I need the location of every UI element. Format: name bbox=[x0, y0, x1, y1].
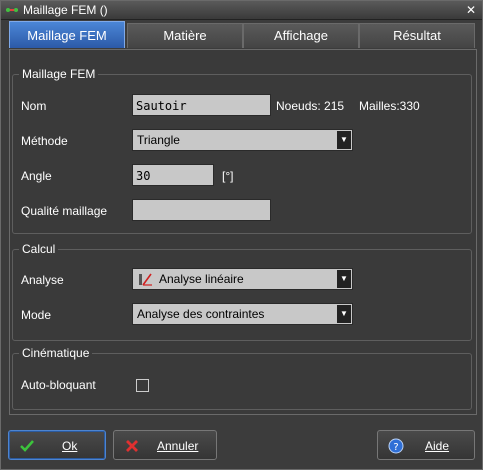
mode-value: Analyse des contraintes bbox=[137, 307, 265, 321]
app-icon bbox=[6, 8, 18, 12]
kinematic-group: Cinématique Auto-bloquant bbox=[12, 346, 472, 410]
analysis-select[interactable]: Analyse linéaire ▼ bbox=[132, 268, 353, 290]
name-field[interactable]: Sautoir bbox=[132, 94, 271, 116]
calc-group-title: Calcul bbox=[19, 242, 59, 256]
angle-field[interactable]: 30 bbox=[132, 164, 214, 186]
quality-label: Qualité maillage bbox=[21, 204, 108, 218]
tab-affichage[interactable]: Affichage bbox=[243, 23, 359, 48]
analysis-value: Analyse linéaire bbox=[159, 272, 244, 286]
autolock-label: Auto-bloquant bbox=[21, 378, 96, 392]
dialog-window: Maillage FEM () ✕ Maillage FEM Matière A… bbox=[0, 0, 483, 470]
tab-matiere[interactable]: Matière bbox=[127, 23, 243, 48]
meshes-count: Mailles:330 bbox=[359, 99, 420, 113]
name-label: Nom bbox=[21, 99, 47, 113]
tab-resultat[interactable]: Résultat bbox=[359, 23, 475, 48]
help-button[interactable]: ? Aide bbox=[377, 430, 475, 460]
kinematic-group-title: Cinématique bbox=[19, 346, 93, 360]
help-icon: ? bbox=[388, 438, 404, 454]
close-icon[interactable]: ✕ bbox=[464, 3, 478, 17]
cancel-icon bbox=[126, 440, 138, 452]
method-value: Triangle bbox=[137, 133, 180, 147]
method-select[interactable]: Triangle ▼ bbox=[132, 129, 353, 151]
ok-button[interactable]: Ok bbox=[8, 430, 106, 460]
quality-field[interactable] bbox=[132, 199, 271, 221]
window-title: Maillage FEM () bbox=[23, 3, 108, 17]
analysis-label: Analyse bbox=[21, 273, 64, 287]
autolock-checkbox[interactable] bbox=[136, 379, 149, 392]
svg-text:?: ? bbox=[393, 442, 398, 453]
mode-label: Mode bbox=[21, 308, 52, 322]
cancel-label: Annuler bbox=[157, 439, 199, 453]
method-label: Méthode bbox=[21, 134, 68, 148]
tab-maillage-fem[interactable]: Maillage FEM bbox=[9, 21, 125, 48]
check-icon bbox=[20, 440, 34, 452]
angle-label: Angle bbox=[21, 169, 52, 183]
mesh-group-title: Maillage FEM bbox=[19, 67, 99, 81]
tab-panel: Maillage FEM Nom Sautoir Noeuds: 215 Mai… bbox=[9, 49, 477, 415]
analysis-icon bbox=[139, 273, 152, 286]
calc-group: Calcul Analyse Analyse linéaire ▼ Mode A… bbox=[12, 242, 472, 341]
mesh-group: Maillage FEM Nom Sautoir Noeuds: 215 Mai… bbox=[12, 67, 472, 234]
ok-label: Ok bbox=[62, 439, 78, 453]
tab-bar: Maillage FEM Matière Affichage Résultat bbox=[9, 21, 475, 49]
chevron-down-icon[interactable]: ▼ bbox=[337, 270, 351, 288]
title-bar[interactable]: Maillage FEM () ✕ bbox=[1, 1, 482, 20]
chevron-down-icon[interactable]: ▼ bbox=[337, 305, 351, 323]
mode-select[interactable]: Analyse des contraintes ▼ bbox=[132, 303, 353, 325]
angle-unit: [°] bbox=[222, 169, 234, 183]
help-label: Aide bbox=[425, 439, 450, 453]
nodes-count: Noeuds: 215 bbox=[276, 99, 345, 113]
cancel-button[interactable]: Annuler bbox=[113, 430, 217, 460]
chevron-down-icon[interactable]: ▼ bbox=[337, 131, 351, 149]
